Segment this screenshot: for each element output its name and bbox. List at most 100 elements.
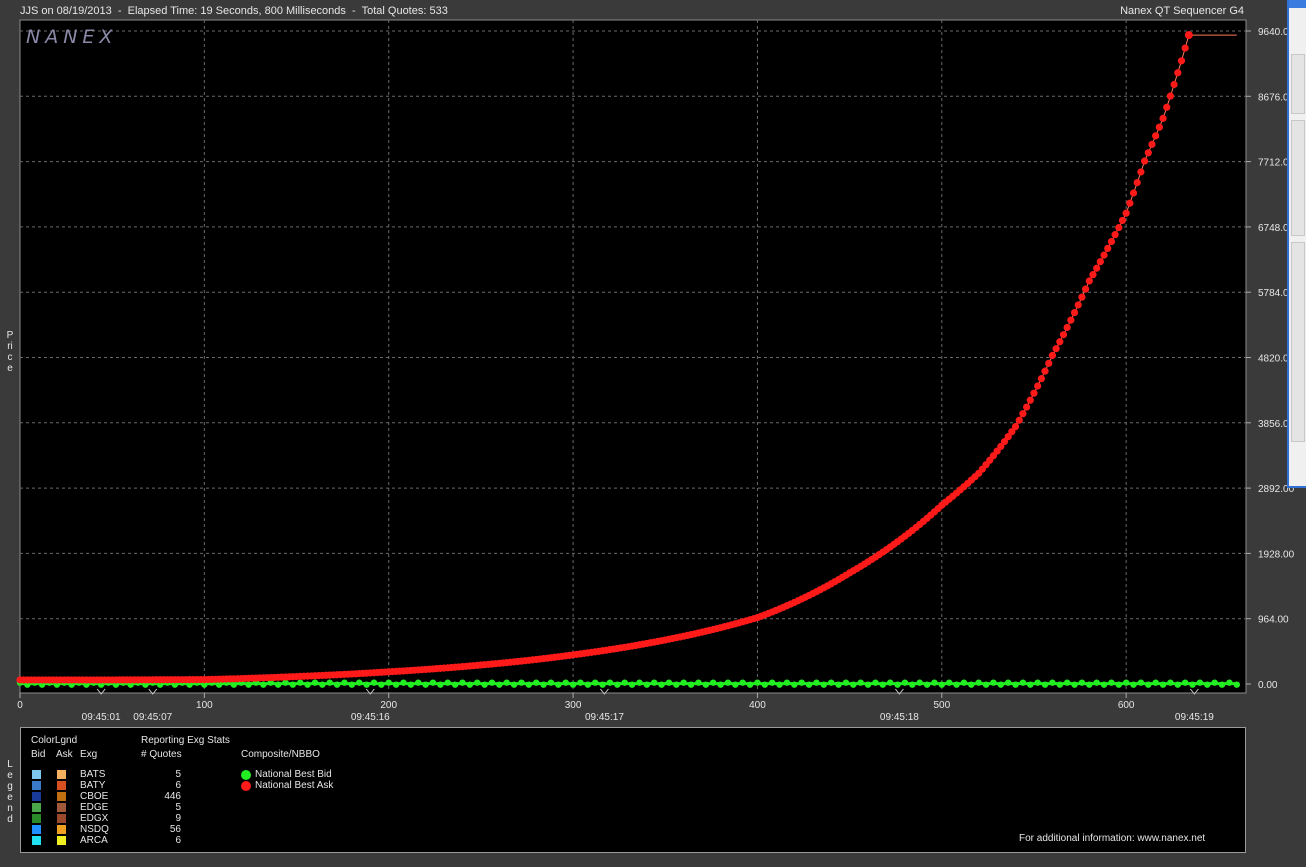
bid-point: [820, 681, 828, 688]
composite-title: Composite/NBBO: [241, 749, 320, 760]
bid-color-swatch: [32, 814, 41, 823]
bid-point: [562, 679, 569, 686]
y-tick-label: 0.00: [1258, 680, 1278, 691]
ask-point: [1034, 382, 1042, 390]
bid-point: [392, 681, 400, 688]
bid-point: [798, 679, 805, 686]
color-legend-title: ColorLgnd: [31, 735, 78, 746]
x-tick-label: 0: [17, 700, 23, 711]
bid-point: [982, 681, 990, 688]
bid-point: [1086, 681, 1093, 688]
ask-point: [1082, 285, 1090, 293]
bid-point: [901, 679, 909, 686]
ask-point: [1122, 209, 1130, 217]
ask-point: [1184, 31, 1193, 40]
legend-col-exg: Exg: [80, 749, 98, 760]
bid-point: [1063, 679, 1071, 686]
bid-point: [444, 679, 451, 686]
ask-color-swatch: [57, 814, 66, 823]
x-tick-label: 200: [380, 700, 397, 711]
ask-point: [1078, 293, 1086, 301]
nbbo-name: National Best Bid: [255, 769, 332, 780]
bid-point: [850, 681, 857, 688]
bid-point: [636, 679, 643, 686]
bid-point: [1167, 679, 1174, 686]
bid-point: [1093, 679, 1100, 686]
bid-point: [1078, 679, 1086, 686]
side-panel-tab-1[interactable]: [1291, 54, 1305, 114]
bid-point: [1019, 679, 1027, 686]
ask-point: [1163, 103, 1171, 111]
ask-point: [1107, 237, 1116, 246]
bid-point: [1108, 679, 1115, 686]
legend-col-ask: Ask: [56, 749, 73, 760]
ask-color-swatch: [57, 825, 66, 834]
bid-point: [333, 681, 341, 688]
exchange-quote-count: 9: [175, 813, 181, 824]
side-panel-tab-2[interactable]: [1291, 120, 1305, 236]
bid-point: [599, 681, 606, 688]
exchange-quote-count: 6: [175, 780, 181, 791]
ask-point: [1023, 403, 1031, 411]
bid-point: [1027, 681, 1034, 688]
bid-point: [274, 681, 282, 688]
exchange-name: EDGE: [80, 802, 109, 813]
ask-point: [1115, 224, 1123, 232]
bid-point: [378, 681, 385, 688]
bid-point: [1152, 679, 1159, 686]
bid-point: [1181, 679, 1189, 686]
ask-point: [1118, 216, 1127, 225]
bid-color-swatch: [32, 792, 41, 801]
nbbo-name: National Best Ask: [255, 780, 334, 791]
time-tick-label: 09:45:18: [880, 712, 919, 723]
bid-point: [510, 681, 518, 688]
bid-point: [496, 681, 503, 688]
bid-point: [739, 679, 746, 686]
ask-point: [1096, 258, 1104, 266]
x-tick-label: 100: [196, 700, 213, 711]
side-panel-tab-3[interactable]: [1291, 242, 1305, 442]
exchange-name: EDGX: [80, 813, 109, 824]
exchange-name: ARCA: [80, 835, 108, 846]
y-tick-label: 964.00: [1258, 615, 1289, 626]
bid-point: [370, 679, 378, 686]
bid-point: [953, 681, 960, 688]
bid-color-swatch: [32, 770, 41, 779]
bid-point: [1233, 681, 1240, 688]
ask-color-swatch: [57, 781, 66, 790]
stats-title: Reporting Exg Stats: [141, 735, 230, 746]
ask-point: [1100, 251, 1108, 259]
bid-point: [673, 681, 680, 688]
ask-point: [1137, 168, 1145, 176]
bid-point: [326, 679, 333, 686]
bid-point: [1196, 679, 1204, 686]
ask-point: [1019, 410, 1027, 418]
bid-point: [319, 681, 326, 688]
bid-point: [754, 679, 761, 686]
ask-point: [1166, 92, 1175, 100]
side-panel-title-bar: [1289, 0, 1306, 8]
bid-point: [732, 681, 739, 688]
bid-point: [245, 681, 252, 688]
side-panel-widget[interactable]: [1287, 0, 1306, 488]
time-tick-label: 09:45:19: [1175, 712, 1214, 723]
bid-point: [1100, 681, 1108, 688]
bid-point: [842, 679, 850, 686]
bid-point: [363, 681, 370, 688]
bid-point: [466, 681, 474, 688]
bid-point: [864, 681, 872, 688]
bid-point: [643, 681, 651, 688]
bid-point: [260, 681, 267, 688]
bid-point: [407, 681, 415, 688]
ask-point: [1126, 199, 1134, 207]
exchange-quote-count: 56: [169, 824, 181, 835]
ask-color-swatch: [57, 836, 66, 845]
nbbo-dot-icon: [241, 781, 251, 791]
bid-point: [628, 681, 636, 688]
bid-point: [1137, 679, 1145, 686]
x-tick-label: 400: [749, 700, 766, 711]
bid-point: [746, 681, 754, 688]
bid-point: [518, 679, 525, 686]
bid-point: [1145, 681, 1152, 688]
bid-point: [894, 681, 901, 688]
